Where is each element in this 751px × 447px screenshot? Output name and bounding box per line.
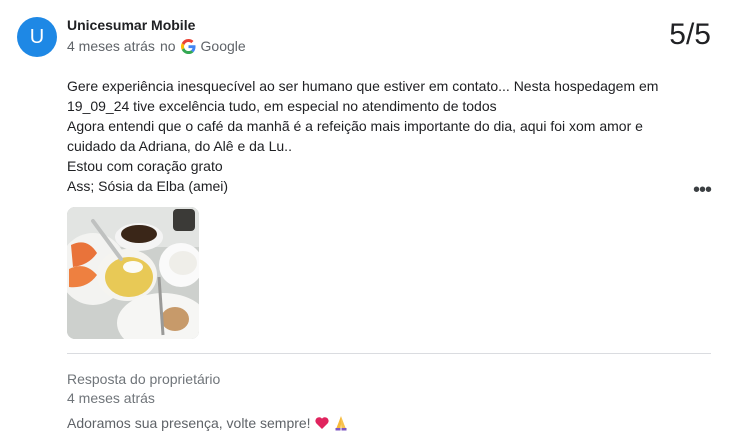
heart-icon [314, 417, 329, 429]
review-line: cuidado da Adriana, do Alê e da Lu.. [67, 138, 292, 154]
author-name[interactable]: Unicesumar Mobile [67, 17, 195, 33]
review-source: Google [200, 38, 246, 54]
review-line: Agora entendi que o café da manhã é a re… [67, 118, 643, 134]
review-line: Estou com coração grato [67, 158, 223, 174]
owner-response-label: Resposta do proprietário [67, 371, 221, 387]
review-rating: 5/5 [669, 18, 711, 51]
breakfast-photo-icon [67, 207, 199, 339]
owner-response-message: Adoramos sua presença, volte sempre! [67, 415, 311, 431]
review-line: Gere experiência inesquecível ao ser hum… [67, 78, 659, 94]
review-line: 19_09_24 tive excelência tudo, em especi… [67, 98, 497, 114]
google-logo-icon [180, 38, 196, 54]
review-time: 4 meses atrás [67, 38, 155, 54]
avatar-initial: U [29, 25, 45, 48]
owner-response-text: Adoramos sua presença, volte sempre! [67, 415, 349, 431]
review-meta: 4 meses atrás no Google [67, 38, 246, 54]
divider [67, 353, 711, 354]
review-line: Ass; Sósia da Elba (amei) [67, 178, 229, 194]
owner-response-time: 4 meses atrás [67, 390, 155, 406]
source-prefix: no [159, 38, 176, 54]
more-options-icon[interactable]: ••• [690, 178, 714, 202]
praying-hands-icon [335, 416, 347, 431]
review-text: Gere experiência inesquecível ao ser hum… [67, 76, 682, 196]
avatar[interactable]: U [17, 17, 57, 57]
review-photo[interactable] [67, 207, 199, 339]
